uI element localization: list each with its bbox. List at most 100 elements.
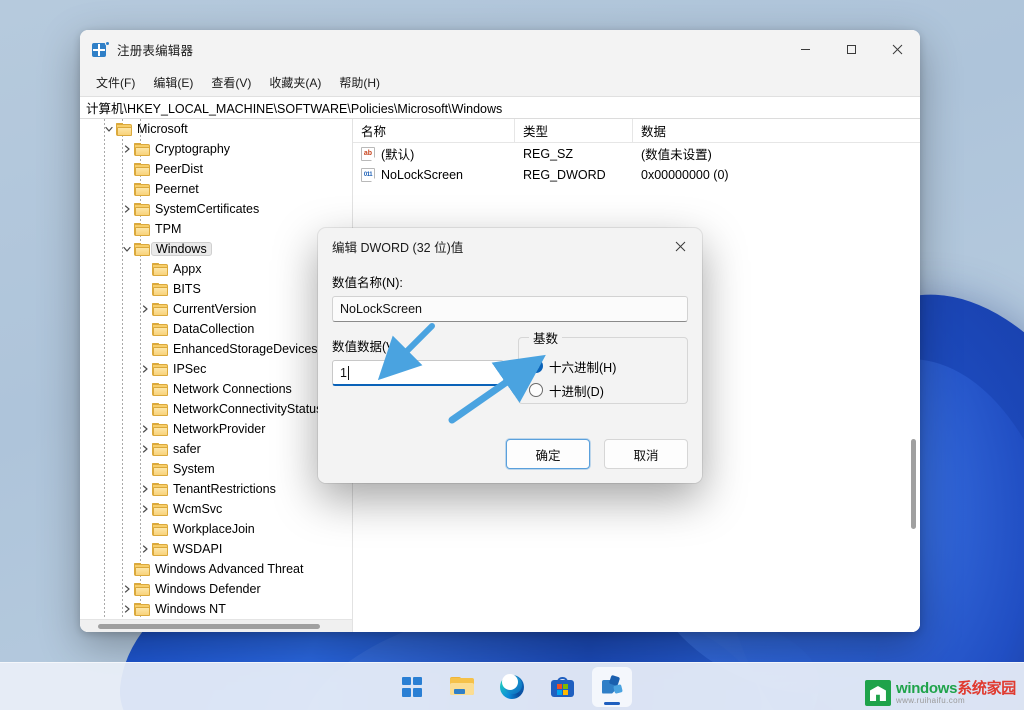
dialog-close-button[interactable]	[658, 228, 702, 264]
tree-item-label: WorkplaceJoin	[173, 521, 255, 536]
table-row[interactable]: 011 NoLockScreen REG_DWORD 0x00000000 (0)	[353, 164, 920, 185]
value-data-field[interactable]: 1	[332, 360, 504, 386]
menu-file[interactable]: 文件(F)	[88, 70, 143, 95]
tree-item-networkconnectivitystatus[interactable]: NetworkConnectivityStatus	[80, 399, 352, 419]
folder-icon	[152, 522, 168, 536]
tree-item-currentversion[interactable]: CurrentVersion	[80, 299, 352, 319]
tree-item-cryptography[interactable]: Cryptography	[80, 139, 352, 159]
tree-item-datacollection[interactable]: DataCollection	[80, 319, 352, 339]
minimize-button[interactable]	[782, 30, 828, 68]
ok-button[interactable]: 确定	[506, 439, 590, 469]
chevron-right-icon[interactable]	[120, 205, 134, 213]
tree-item-label: Network Connections	[173, 381, 292, 396]
tree-item-system[interactable]: System	[80, 459, 352, 479]
registry-value-rows: ab (默认) REG_SZ (数值未设置) 011 NoLockScreen REG_DW…	[353, 143, 920, 185]
menu-view[interactable]: 查看(V)	[203, 70, 259, 95]
tree-item-appx[interactable]: Appx	[80, 259, 352, 279]
tree-item-workplacejoin[interactable]: WorkplaceJoin	[80, 519, 352, 539]
radio-decimal[interactable]: 十进制(D)	[529, 379, 677, 401]
tree-item-wsdapi[interactable]: WSDAPI	[80, 539, 352, 559]
store-bag-icon	[550, 676, 574, 697]
tree-item-ipsec[interactable]: IPSec	[80, 359, 352, 379]
scrollbar-thumb[interactable]	[98, 624, 320, 629]
dialog-body: 数值名称(N): NoLockScreen 数值数据(V): 1 基数 十六进制…	[318, 264, 702, 483]
taskbar-start-button[interactable]	[392, 667, 432, 707]
tree-item-tpm[interactable]: TPM	[80, 219, 352, 239]
chevron-down-icon[interactable]	[120, 245, 134, 253]
tree-item-bits[interactable]: BITS	[80, 279, 352, 299]
folder-icon	[152, 402, 168, 416]
chevron-right-icon[interactable]	[120, 605, 134, 613]
tree-item-enhancedstoragedevices[interactable]: EnhancedStorageDevices	[80, 339, 352, 359]
column-header-name[interactable]: 名称	[353, 119, 515, 143]
radio-hexadecimal-indicator[interactable]	[529, 359, 543, 373]
cancel-button[interactable]: 取消	[604, 439, 688, 469]
cell-type: REG_SZ	[523, 146, 574, 161]
watermark-brand-en: windows	[895, 679, 958, 697]
chevron-down-icon[interactable]	[102, 125, 116, 133]
tree-item-label: CurrentVersion	[173, 301, 257, 316]
value-name-label: 数值名称(N):	[332, 276, 403, 290]
chevron-right-icon[interactable]	[138, 365, 152, 373]
cell-name-text: NoLockScreen	[381, 167, 463, 182]
maximize-button[interactable]	[828, 30, 874, 68]
value-data-label: 数值数据(V):	[332, 340, 403, 354]
tree-item-windows[interactable]: Windows	[80, 239, 352, 259]
tree-item-microsoft[interactable]: Microsoft	[80, 119, 352, 139]
taskbar-edge-button[interactable]	[492, 667, 532, 707]
registry-tree-pane[interactable]: Microsoft Cryptography PeerDist Peernet Syst…	[80, 119, 353, 632]
tree-item-safer[interactable]: safer	[80, 439, 352, 459]
folder-icon	[152, 382, 168, 396]
folder-icon	[152, 262, 168, 276]
list-vertical-scrollbar[interactable]	[907, 143, 920, 632]
tree-item-label: DataCollection	[173, 321, 255, 336]
chevron-right-icon[interactable]	[138, 545, 152, 553]
chevron-right-icon[interactable]	[138, 485, 152, 493]
tree-item-label: NetworkProvider	[173, 421, 266, 436]
chevron-right-icon[interactable]	[120, 585, 134, 593]
registry-editor-icon	[92, 41, 110, 57]
tree-item-windows-advanced-threat[interactable]: Windows Advanced Threat	[80, 559, 352, 579]
column-header-type[interactable]: 类型	[515, 119, 633, 143]
dialog-row: 数值数据(V): 1 基数 十六进制(H) 十进制(D)	[332, 328, 688, 404]
tree-item-label: Cryptography	[155, 141, 231, 156]
close-button[interactable]	[874, 30, 920, 68]
chevron-right-icon[interactable]	[138, 425, 152, 433]
radio-hexadecimal[interactable]: 十六进制(H)	[529, 355, 677, 377]
menu-edit[interactable]: 编辑(E)	[145, 70, 201, 95]
chevron-right-icon[interactable]	[120, 145, 134, 153]
site-watermark: windows系统家园 www.ruihaifu.com	[864, 679, 1016, 706]
chevron-right-icon[interactable]	[138, 305, 152, 313]
tree-item-networkprovider[interactable]: NetworkProvider	[80, 419, 352, 439]
chevron-right-icon[interactable]	[138, 505, 152, 513]
tree-item-tenantrestrictions[interactable]: TenantRestrictions	[80, 479, 352, 499]
tree-item-systemcertificates[interactable]: SystemCertificates	[80, 199, 352, 219]
chevron-right-icon[interactable]	[138, 445, 152, 453]
dialog-title: 编辑 DWORD (32 位)值	[332, 240, 464, 255]
radio-decimal-indicator[interactable]	[529, 383, 543, 397]
scrollbar-thumb[interactable]	[911, 439, 916, 529]
folder-icon	[134, 602, 150, 616]
tree-item-peerdist[interactable]: PeerDist	[80, 159, 352, 179]
folder-icon	[152, 442, 168, 456]
column-header-data[interactable]: 数据	[633, 119, 920, 143]
table-row[interactable]: ab (默认) REG_SZ (数值未设置)	[353, 143, 920, 164]
menu-help[interactable]: 帮助(H)	[331, 70, 388, 95]
taskbar-store-button[interactable]	[542, 667, 582, 707]
address-bar[interactable]: 计算机\HKEY_LOCAL_MACHINE\SOFTWARE\Policies…	[80, 96, 920, 119]
value-name-field[interactable]: NoLockScreen	[332, 296, 688, 322]
tree-horizontal-scrollbar[interactable]	[80, 619, 352, 632]
tree-item-windows-defender[interactable]: Windows Defender	[80, 579, 352, 599]
tree-item-network-connections[interactable]: Network Connections	[80, 379, 352, 399]
tree-item-windows-nt[interactable]: Windows NT	[80, 599, 352, 619]
folder-icon	[134, 142, 150, 156]
tree-item-wcmsvc[interactable]: WcmSvc	[80, 499, 352, 519]
base-radio-group: 基数 十六进制(H) 十进制(D)	[518, 328, 688, 404]
folder-icon	[134, 562, 150, 576]
menu-favorites[interactable]: 收藏夹(A)	[261, 70, 329, 95]
folder-icon	[134, 582, 150, 596]
tree-item-label: TenantRestrictions	[173, 481, 276, 496]
tree-item-peernet[interactable]: Peernet	[80, 179, 352, 199]
taskbar-file-explorer-button[interactable]	[442, 667, 482, 707]
taskbar-regedit-button[interactable]	[592, 666, 632, 707]
